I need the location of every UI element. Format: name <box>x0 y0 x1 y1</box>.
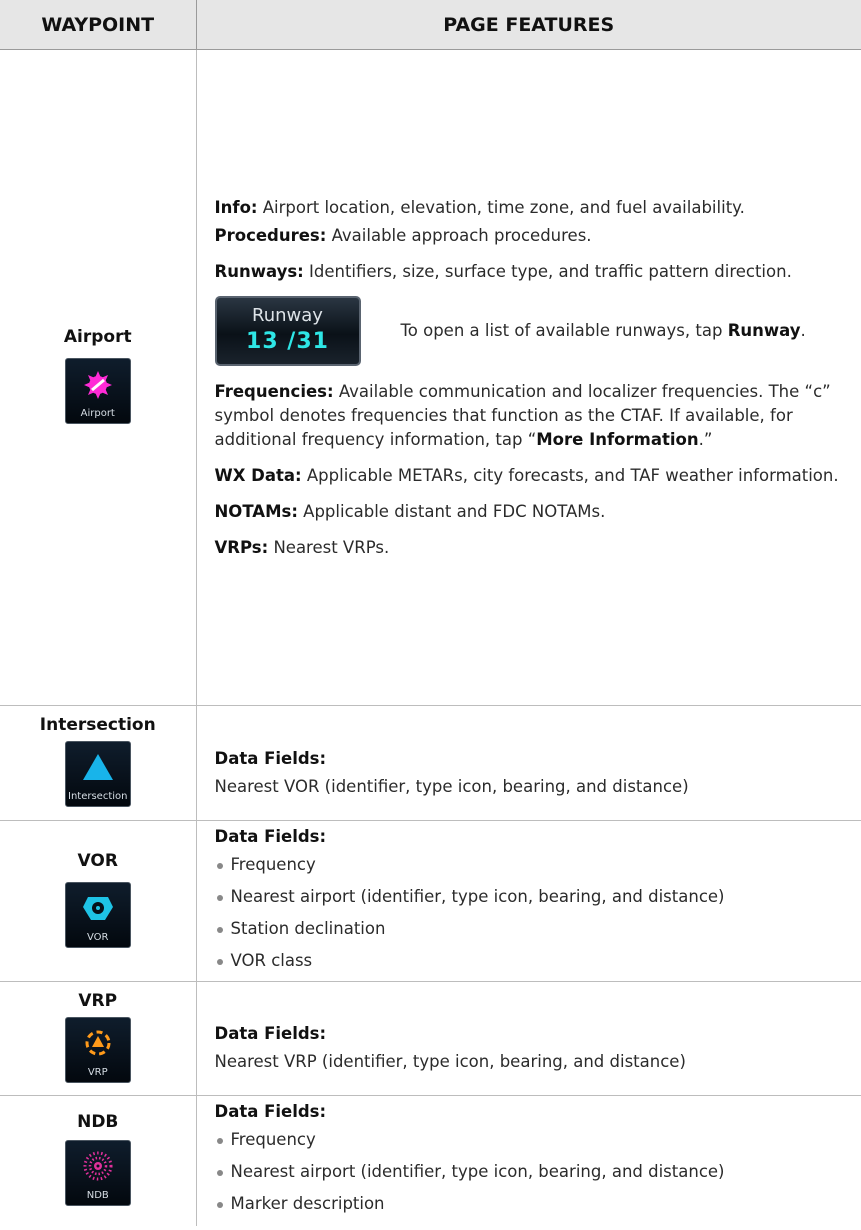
list-item: Station declination <box>215 917 846 941</box>
runways-text: Identifiers, size, surface type, and tra… <box>303 261 792 281</box>
vrps-label: VRPs: <box>214 537 269 557</box>
intersection-data-fields-label: Data Fields: <box>214 749 327 768</box>
features-cell-ndb: Data Fields: Frequency Nearest airport (… <box>196 1096 861 1226</box>
waypoint-cell-vor: VOR VOR <box>0 820 197 982</box>
airport-wx-data: WX Data: Applicable METARs, city forecas… <box>215 464 846 488</box>
ndb-waypoint-icon: NDB <box>64 1139 131 1206</box>
runway-description: To open a list of available runways, tap… <box>401 319 806 343</box>
list-item: Nearest airport (identifier, type icon, … <box>215 1160 846 1184</box>
intersection-line: Nearest VOR (identifier, type icon, bear… <box>214 777 689 796</box>
table-row-ndb: NDB NDB Data Fields: Frequency Nearest a… <box>0 1095 861 1226</box>
waypoint-name-airport: Airport <box>63 327 132 347</box>
vor-data-fields-label: Data Fields: <box>214 827 327 846</box>
features-cell-airport: Info: Airport location, elevation, time … <box>196 49 861 706</box>
vor-field-list: Frequency Nearest airport (identifier, t… <box>215 853 846 973</box>
info-label: Info: <box>214 197 258 217</box>
waypoint-cell-airport: Airport Airport <box>0 49 197 706</box>
waypoint-cell-vrp: VRP VRP <box>0 981 197 1096</box>
waypoint-cell-intersection: Intersection Intersection <box>0 705 197 821</box>
ndb-data-fields-label: Data Fields: <box>214 1101 327 1121</box>
table-row-vrp: VRP VRP Data Fields: Nearest VRP (identi… <box>0 981 861 1096</box>
runway-button-title: Runway <box>252 304 323 326</box>
vrp-data-fields-label: Data Fields: <box>214 1023 327 1043</box>
intersection-waypoint-icon: Intersection <box>64 741 131 807</box>
ndb-fields-label: Data Fields: <box>215 1100 846 1124</box>
table-header-row: WAYPOINT PAGE FEATURES <box>0 0 861 50</box>
features-cell-vrp: Data Fields: Nearest VRP (identifier, ty… <box>196 981 861 1096</box>
airport-vrps: VRPs: Nearest VRPs. <box>215 536 846 560</box>
runways-label: Runways: <box>214 261 304 281</box>
intersection-fields-label: Data Fields: <box>215 747 846 771</box>
waypoint-name-ndb: NDB <box>77 1111 119 1132</box>
frequencies-label: Frequencies: <box>214 381 334 401</box>
vrp-line: Nearest VRP (identifier, type icon, bear… <box>214 1051 686 1071</box>
notams-text: Applicable distant and FDC NOTAMs. <box>297 501 606 521</box>
table-row-intersection: Intersection Intersection Data Fields: N… <box>0 705 861 821</box>
info-text: Airport location, elevation, time zone, … <box>257 197 745 217</box>
intersection-icon-label: Intersection <box>68 791 128 802</box>
airport-waypoint-icon: Airport <box>64 358 131 424</box>
runway-desc-post: . <box>800 320 806 340</box>
notams-label: NOTAMs: <box>214 501 298 521</box>
wx-data-label: WX Data: <box>214 465 302 485</box>
more-information-label: More Information <box>536 429 699 449</box>
features-cell-vor: Data Fields: Frequency Nearest airport (… <box>196 820 861 982</box>
airport-notams: NOTAMs: Applicable distant and FDC NOTAM… <box>215 500 846 524</box>
frequencies-end: .” <box>698 429 713 449</box>
airport-info: Info: Airport location, elevation, time … <box>215 196 846 220</box>
list-item: VOR class <box>215 949 846 973</box>
list-item: Nearest airport (identifier, type icon, … <box>215 885 846 909</box>
vor-waypoint-icon: VOR <box>64 881 131 948</box>
runway-example: Runway 13 /31 To open a list of availabl… <box>214 295 846 366</box>
airport-runways: Runways: Identifiers, size, surface type… <box>215 260 846 284</box>
table-row-airport: Airport Airport Info: Airport location, … <box>0 49 861 706</box>
runway-desc-pre: To open a list of available runways, tap <box>400 320 728 340</box>
header-waypoint: WAYPOINT <box>0 0 197 50</box>
airport-frequencies: Frequencies: Available communication and… <box>215 380 846 452</box>
ndb-icon-label: NDB <box>86 1189 109 1201</box>
waypoint-name-vor: VOR <box>77 850 118 871</box>
header-page-features: PAGE FEATURES <box>196 0 861 50</box>
ndb-field-list: Frequency Nearest airport (identifier, t… <box>215 1128 846 1216</box>
runway-button[interactable]: Runway 13 /31 <box>214 295 361 366</box>
vrp-fields-label: Data Fields: <box>215 1022 846 1046</box>
waypoint-table: WAYPOINT PAGE FEATURES Airport Airport I… <box>0 0 861 1226</box>
features-cell-intersection: Data Fields: Nearest VOR (identifier, ty… <box>196 705 861 821</box>
vrp-icon-label: VRP <box>87 1066 108 1078</box>
list-item: Frequency <box>215 1128 846 1152</box>
table-row-vor: VOR VOR Data Fields: Frequency Nearest a… <box>0 820 861 982</box>
vrps-text: Nearest VRPs. <box>268 537 390 557</box>
waypoint-name-vrp: VRP <box>78 990 118 1011</box>
list-item: Frequency <box>215 853 846 877</box>
procedures-text: Available approach procedures. <box>326 225 592 245</box>
runway-desc-bold: Runway <box>727 320 801 340</box>
airport-icon-label: Airport <box>80 408 115 419</box>
wx-data-text: Applicable METARs, city forecasts, and T… <box>301 465 839 485</box>
procedures-label: Procedures: <box>214 225 327 245</box>
vor-icon-label: VOR <box>87 931 109 943</box>
waypoint-cell-ndb: NDB NDB <box>0 1095 197 1226</box>
runway-button-value: 13 /31 <box>246 328 329 354</box>
vrp-waypoint-icon: VRP <box>64 1016 131 1083</box>
list-item: Marker description <box>215 1192 846 1216</box>
waypoint-name-intersection: Intersection <box>39 715 156 735</box>
airport-procedures: Procedures: Available approach procedure… <box>215 224 846 248</box>
vor-fields-label: Data Fields: <box>215 825 846 849</box>
